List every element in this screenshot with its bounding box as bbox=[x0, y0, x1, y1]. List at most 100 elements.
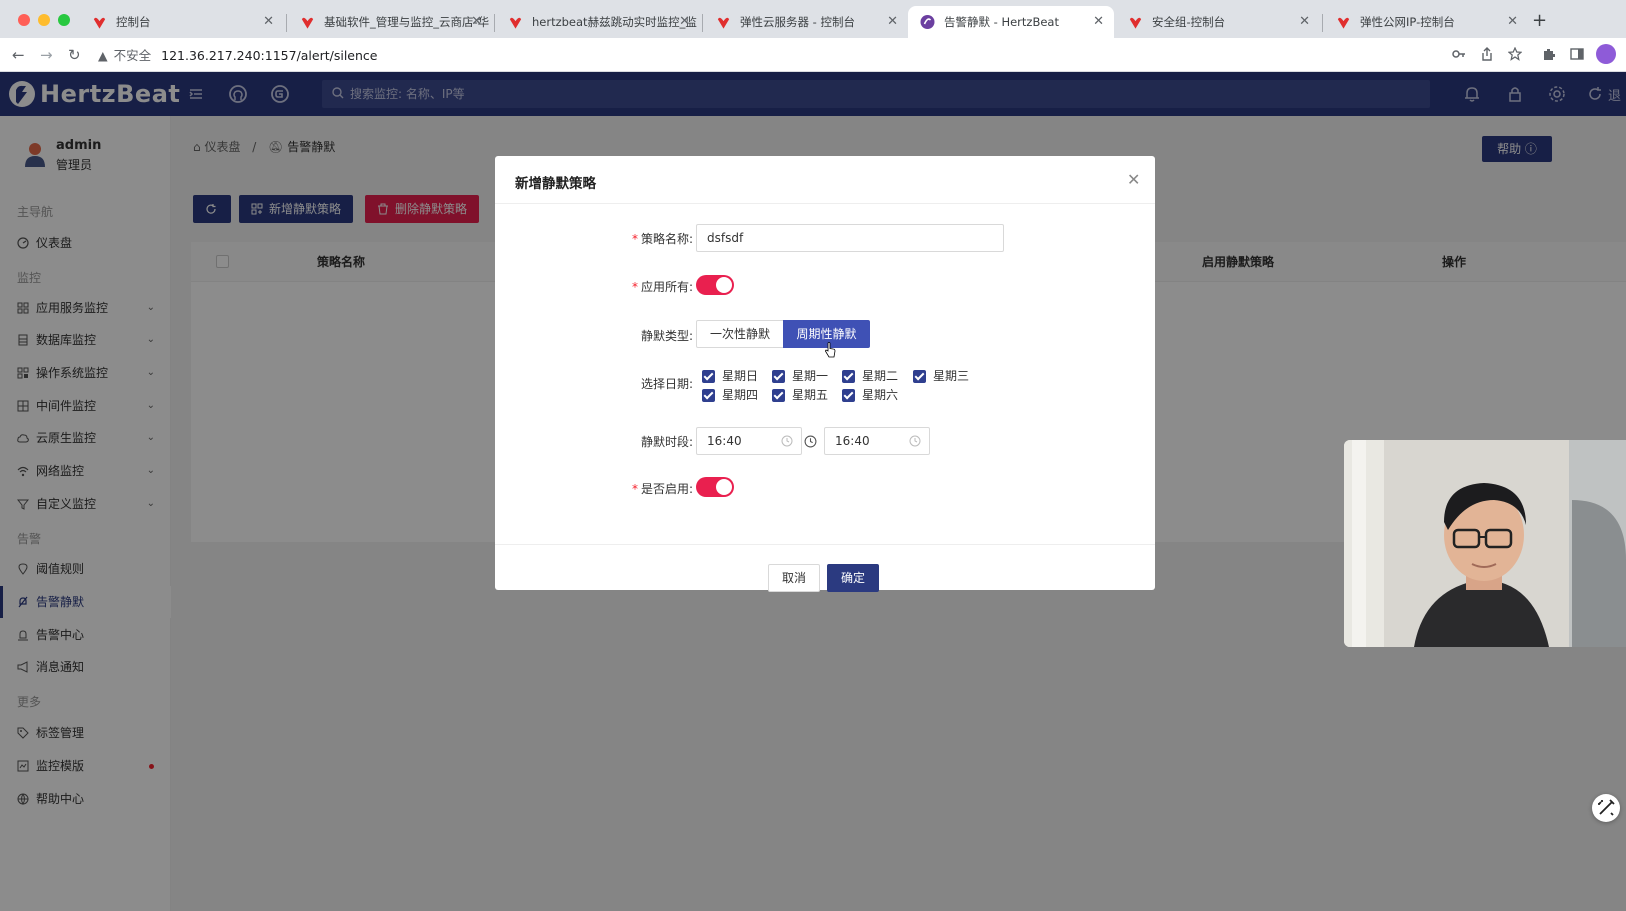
strategy-name-label: * 策略名称: bbox=[631, 232, 693, 246]
tab-separator bbox=[494, 14, 495, 32]
new-tab-icon[interactable]: + bbox=[1532, 10, 1547, 31]
strategy-name-input[interactable]: dsfsdf bbox=[696, 224, 1004, 252]
radio-label: 周期性静默 bbox=[796, 327, 857, 341]
browser-tab[interactable]: 弹性云服务器 - 控制台 ✕ bbox=[704, 6, 908, 38]
minimize-window-icon[interactable] bbox=[38, 14, 50, 26]
day-checkbox-mon[interactable]: 星期一 bbox=[772, 368, 828, 384]
tab-title: 控制台 bbox=[116, 15, 151, 29]
day-label: 星期日 bbox=[722, 369, 759, 383]
huawei-cloud-icon bbox=[1337, 17, 1350, 29]
day-checkbox-thu[interactable]: 星期四 bbox=[702, 387, 758, 403]
close-tab-icon[interactable]: ✕ bbox=[1299, 6, 1310, 38]
end-time-picker[interactable]: 16:40 bbox=[824, 427, 930, 455]
browser-tab[interactable]: 控制台 ✕ bbox=[80, 6, 284, 38]
close-tab-icon[interactable]: ✕ bbox=[887, 6, 898, 38]
tab-separator bbox=[1322, 14, 1323, 32]
tab-title: 弹性公网IP-控制台 bbox=[1360, 15, 1455, 29]
side-panel-icon[interactable] bbox=[1570, 47, 1584, 61]
reload-icon[interactable]: ↻ bbox=[68, 46, 81, 64]
close-icon[interactable]: ✕ bbox=[1127, 170, 1140, 189]
checkbox-checked bbox=[772, 370, 785, 383]
browser-tab[interactable]: hertzbeat赫兹跳动实时监控_监 ✕ bbox=[496, 6, 700, 38]
clock-icon bbox=[909, 435, 921, 447]
browser-tab-active[interactable]: 告警静默 - HertzBeat ✕ bbox=[908, 6, 1114, 38]
huawei-cloud-icon bbox=[717, 17, 730, 29]
close-window-icon[interactable] bbox=[18, 14, 30, 26]
bookmark-star-icon[interactable] bbox=[1508, 47, 1522, 61]
url-field[interactable]: ▲ 不安全 121.36.217.240:1157/alert/silence bbox=[98, 44, 378, 68]
tab-title: 安全组-控制台 bbox=[1152, 15, 1226, 29]
huawei-cloud-icon bbox=[301, 17, 314, 29]
modal-footer-divider bbox=[495, 544, 1155, 545]
switch-knob bbox=[716, 479, 732, 495]
day-checkbox-wed[interactable]: 星期三 bbox=[913, 368, 969, 384]
huawei-cloud-icon bbox=[509, 17, 522, 29]
checkbox-checked bbox=[913, 370, 926, 383]
checkbox-checked bbox=[772, 389, 785, 402]
enable-switch[interactable] bbox=[696, 477, 734, 497]
close-tab-icon[interactable]: ✕ bbox=[679, 6, 690, 38]
magic-wand-icon bbox=[1598, 799, 1615, 816]
close-tab-icon[interactable]: ✕ bbox=[1093, 6, 1104, 38]
day-checkbox-sun[interactable]: 星期日 bbox=[702, 368, 758, 384]
checkbox-checked bbox=[702, 389, 715, 402]
checkbox-checked bbox=[842, 389, 855, 402]
strategy-name-value: dsfsdf bbox=[707, 231, 744, 245]
tab-title: 基础软件_管理与监控_云商店-华 bbox=[324, 15, 490, 29]
hertzbeat-icon bbox=[920, 15, 935, 29]
close-tab-icon[interactable]: ✕ bbox=[471, 6, 482, 38]
day-label: 星期二 bbox=[862, 369, 899, 383]
security-warning: 不安全 bbox=[113, 48, 152, 63]
browser-tab[interactable]: 基础软件_管理与监控_云商店-华 ✕ bbox=[288, 6, 492, 38]
day-checkbox-fri[interactable]: 星期五 bbox=[772, 387, 828, 403]
start-time-picker[interactable]: 16:40 bbox=[696, 427, 802, 455]
huawei-cloud-icon bbox=[93, 17, 106, 29]
confirm-button-label: 确定 bbox=[840, 571, 865, 585]
add-silence-modal: 新增静默策略 ✕ * 策略名称: dsfsdf * 应用所有: 静默类型: 一次性静… bbox=[495, 156, 1155, 592]
float-tool-button[interactable] bbox=[1592, 794, 1620, 822]
warning-icon: ▲ bbox=[98, 48, 108, 63]
maximize-window-icon[interactable] bbox=[58, 14, 70, 26]
day-label: 星期五 bbox=[792, 388, 829, 402]
url-text: 121.36.217.240:1157/alert/silence bbox=[161, 48, 378, 63]
day-label: 星期三 bbox=[933, 369, 970, 383]
radio-label: 一次性静默 bbox=[709, 327, 770, 341]
day-checkbox-tue[interactable]: 星期二 bbox=[842, 368, 898, 384]
confirm-button[interactable]: 确定 bbox=[827, 564, 879, 592]
key-icon[interactable] bbox=[1452, 47, 1466, 61]
end-time-value: 16:40 bbox=[835, 434, 870, 448]
browser-tab-bar: 控制台 ✕ 基础软件_管理与监控_云商店-华 ✕ hertzbeat赫兹跳动实时… bbox=[0, 0, 1626, 38]
mouse-cursor-icon bbox=[825, 342, 836, 358]
cancel-button[interactable]: 取消 bbox=[768, 564, 820, 592]
address-bar-row: ← → ↻ ▲ 不安全 121.36.217.240:1157/alert/sile… bbox=[0, 38, 1626, 72]
silence-type-once-radio[interactable]: 一次性静默 bbox=[696, 320, 784, 348]
forward-icon[interactable]: → bbox=[40, 46, 53, 64]
silence-type-label: 静默类型: bbox=[640, 329, 693, 343]
clock-icon bbox=[781, 435, 793, 447]
day-label: 星期四 bbox=[722, 388, 759, 402]
tab-title: 弹性云服务器 - 控制台 bbox=[740, 15, 855, 29]
match-all-switch[interactable] bbox=[696, 275, 734, 295]
clock-icon bbox=[804, 435, 817, 448]
day-label: 星期一 bbox=[792, 369, 829, 383]
profile-avatar[interactable] bbox=[1596, 44, 1616, 64]
checkbox-checked bbox=[842, 370, 855, 383]
back-icon[interactable]: ← bbox=[12, 46, 25, 64]
day-label: 星期六 bbox=[862, 388, 899, 402]
close-tab-icon[interactable]: ✕ bbox=[1507, 6, 1518, 38]
webcam-video-image bbox=[1344, 440, 1626, 647]
match-all-label: * 应用所有: bbox=[631, 280, 693, 294]
day-checkbox-sat[interactable]: 星期六 bbox=[842, 387, 898, 403]
browser-tab[interactable]: 弹性公网IP-控制台 ✕ bbox=[1324, 6, 1528, 38]
webcam-overlay bbox=[1344, 440, 1626, 647]
tab-separator bbox=[702, 14, 703, 32]
silence-period-label: 静默时段: bbox=[640, 435, 693, 449]
share-icon[interactable] bbox=[1480, 47, 1494, 61]
select-days-label: 选择日期: bbox=[640, 377, 693, 391]
cancel-button-label: 取消 bbox=[781, 571, 806, 585]
enable-label: * 是否启用: bbox=[631, 482, 693, 496]
close-tab-icon[interactable]: ✕ bbox=[263, 6, 274, 38]
switch-knob bbox=[716, 277, 732, 293]
browser-tab[interactable]: 安全组-控制台 ✕ bbox=[1116, 6, 1320, 38]
extensions-icon[interactable] bbox=[1542, 47, 1556, 61]
